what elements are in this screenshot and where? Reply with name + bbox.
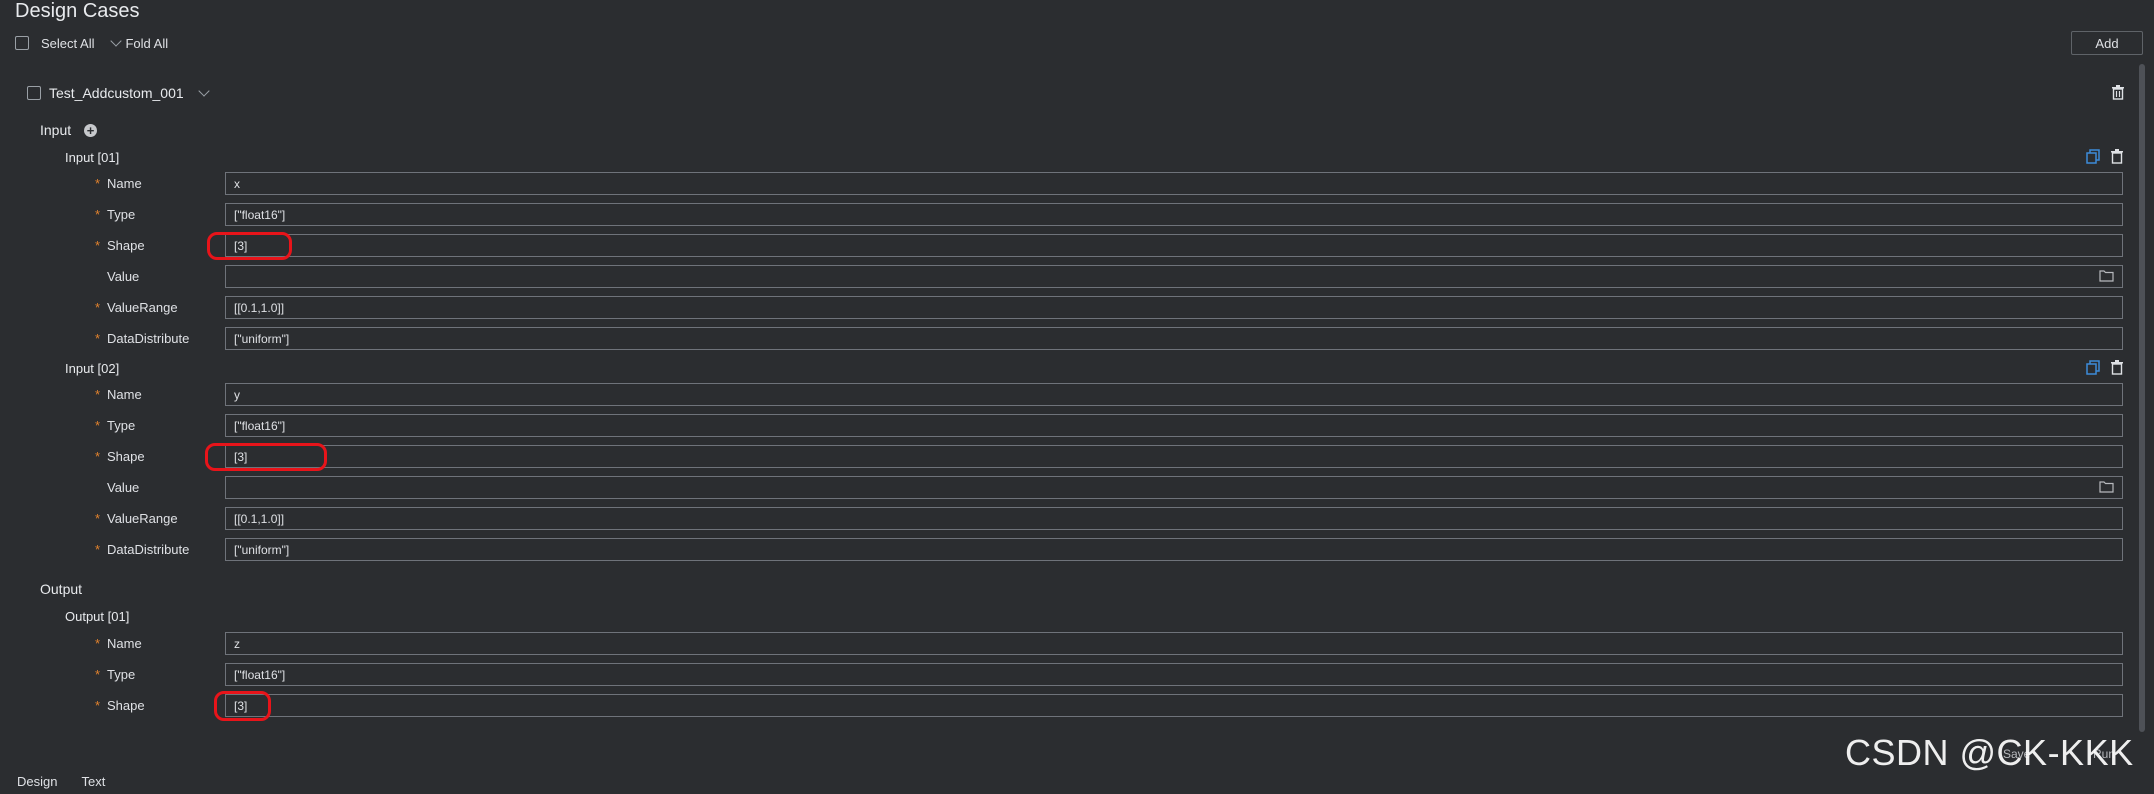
type-label: Type (107, 418, 136, 433)
input-01-shape-field[interactable]: [3] (225, 234, 2123, 257)
output-01-title: Output [01] (65, 609, 130, 624)
add-button[interactable]: Add (2071, 31, 2143, 55)
input-02-title: Input [02] (65, 361, 120, 376)
tab-design[interactable]: Design (17, 774, 57, 789)
shape-label: Shape (107, 698, 145, 713)
select-all-label[interactable]: Select All (41, 36, 94, 51)
datadistribute-label: DataDistribute (107, 331, 190, 346)
shape-label: Shape (107, 449, 145, 464)
vertical-scrollbar[interactable] (2139, 64, 2145, 732)
highlight-annotation (207, 232, 292, 260)
name-label: Name (107, 176, 142, 191)
required-star: * (95, 387, 101, 402)
output-01-shape-field[interactable]: [3] (225, 694, 2123, 717)
input-02-trash-icon[interactable] (2110, 360, 2124, 378)
input-02-name-label: * Name (95, 387, 215, 402)
input-02-datadistribute-label: * DataDistribute (95, 542, 215, 557)
input-01-datadistribute-field[interactable]: ["uniform"] (225, 327, 2123, 350)
input-01-valuerange-label: * ValueRange (95, 300, 215, 315)
required-star: * (95, 667, 101, 682)
input-01-datadistribute-label: * DataDistribute (95, 331, 215, 346)
input-01-valuerange-field[interactable]: [[0.1,1.0]] (225, 296, 2123, 319)
fold-all-label: Fold All (125, 35, 169, 51)
required-star: * (95, 636, 101, 651)
valuerange-label: ValueRange (107, 300, 178, 315)
required-star: * (95, 542, 101, 557)
value-label: Value (107, 480, 140, 495)
value-label: Value (107, 269, 140, 284)
required-star: * (95, 207, 101, 222)
type-label: Type (107, 667, 136, 682)
page-title: Design Cases (15, 0, 140, 22)
add-input-icon[interactable]: + (84, 124, 97, 137)
case-collapse-chevron-icon[interactable] (197, 85, 210, 97)
tab-text[interactable]: Text (81, 774, 105, 789)
output-01-type-field[interactable]: ["float16"] (225, 663, 2123, 686)
watermark: CSDN @CK-KKK (1845, 732, 2134, 773)
type-label: Type (107, 207, 136, 222)
input-section-title: Input (40, 122, 72, 138)
output-01-type-label: * Type (95, 667, 215, 682)
datadistribute-label: DataDistribute (107, 542, 190, 557)
input-02-value-label: Value (95, 480, 215, 495)
bottom-tabs: Design Text (17, 774, 105, 789)
required-star: * (95, 698, 101, 713)
input-01-type-field[interactable]: ["float16"] (225, 203, 2123, 226)
shape-label: Shape (107, 238, 145, 253)
input-02-type-label: * Type (95, 418, 215, 433)
input-02-valuerange-label: * ValueRange (95, 511, 215, 526)
output-01-name-label: * Name (95, 636, 215, 651)
input-01-type-label: * Type (95, 207, 215, 222)
required-star: * (95, 176, 101, 191)
case-delete-trash-icon[interactable] (2109, 83, 2127, 101)
input-01-copy-icon[interactable] (2086, 149, 2100, 167)
input-01-trash-icon[interactable] (2110, 149, 2124, 167)
case-header: Test_Addcustom_001 (27, 83, 210, 103)
input-01-name-label: * Name (95, 176, 215, 191)
fold-all-toggle[interactable]: Fold All (110, 35, 169, 51)
input-02-valuerange-field[interactable]: [[0.1,1.0]] (225, 507, 2123, 530)
required-star: * (95, 300, 101, 315)
input-01-value-label: Value (95, 269, 215, 284)
required-star: * (95, 449, 101, 464)
input-02-name-field[interactable]: y (225, 383, 2123, 406)
input-01-title: Input [01] (65, 150, 120, 165)
case-checkbox[interactable] (27, 86, 41, 100)
valuerange-label: ValueRange (107, 511, 178, 526)
top-toolbar: Select All Fold All (15, 33, 168, 53)
input-01-value-field[interactable] (225, 265, 2123, 288)
required-star: * (95, 238, 101, 253)
folder-icon[interactable] (2099, 481, 2114, 496)
highlight-annotation (214, 691, 271, 721)
select-all-checkbox[interactable] (15, 36, 29, 50)
name-label: Name (107, 387, 142, 402)
input-02-shape-field[interactable]: [3] (225, 445, 2123, 468)
required-star: * (95, 511, 101, 526)
input-01-name-field[interactable]: x (225, 172, 2123, 195)
input-02-shape-label: * Shape (95, 449, 215, 464)
input-02-type-field[interactable]: ["float16"] (225, 414, 2123, 437)
folder-icon[interactable] (2099, 270, 2114, 285)
case-name: Test_Addcustom_001 (49, 85, 184, 101)
input-02-value-field[interactable] (225, 476, 2123, 499)
input-02-copy-icon[interactable] (2086, 360, 2100, 378)
output-01-shape-label: * Shape (95, 698, 215, 713)
required-star: * (95, 331, 101, 346)
required-star: * (95, 418, 101, 433)
chevron-down-icon (110, 35, 123, 47)
input-02-datadistribute-field[interactable]: ["uniform"] (225, 538, 2123, 561)
highlight-annotation (205, 443, 327, 471)
name-label: Name (107, 636, 142, 651)
output-01-name-field[interactable]: z (225, 632, 2123, 655)
input-01-shape-label: * Shape (95, 238, 215, 253)
output-section-title: Output (40, 581, 83, 597)
